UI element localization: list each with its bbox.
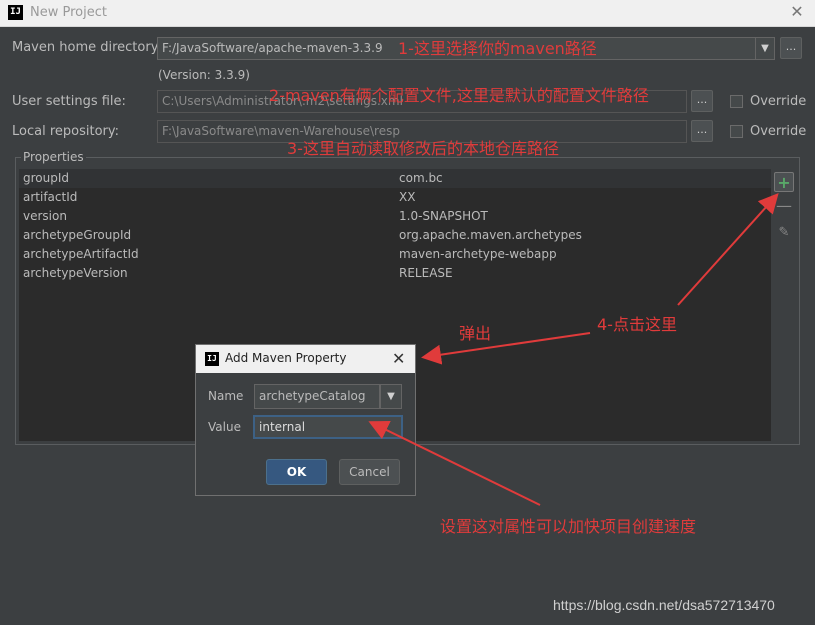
arrow-to-value-field — [368, 421, 541, 506]
annotation-arrows — [368, 193, 779, 506]
watermark-text: https://blog.csdn.net/dsa572713470 — [553, 597, 775, 613]
arrow-to-add-button — [677, 193, 779, 306]
arrow-to-dialog — [421, 332, 591, 365]
